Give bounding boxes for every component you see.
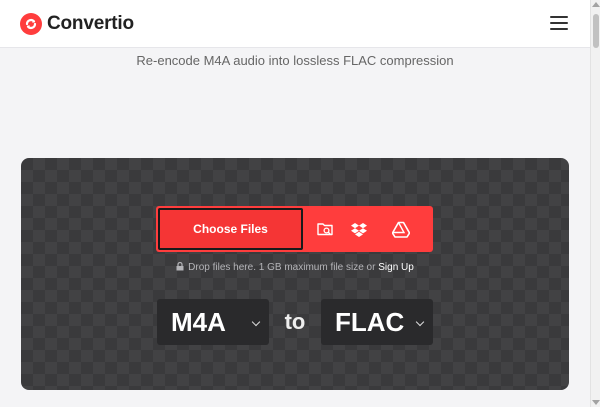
scroll-up-arrow-icon[interactable]	[592, 2, 600, 7]
target-format-value: FLAC	[335, 307, 405, 337]
dropbox-icon	[351, 223, 367, 237]
target-format-select[interactable]: FLAC	[321, 299, 433, 345]
page-subtitle: Re-encode M4A audio into lossless FLAC c…	[136, 53, 454, 68]
converter-panel: Choose Files Drop files here. 1 GB maxim…	[21, 158, 569, 390]
header: Convertio	[0, 0, 590, 48]
dropbox-icon[interactable]	[338, 206, 380, 252]
hamburger-icon[interactable]	[550, 16, 570, 32]
logo[interactable]: Convertio	[20, 12, 134, 36]
upload-hint: Drop files here. 1 GB maximum file size …	[21, 262, 569, 273]
chevron-down-icon	[251, 317, 261, 327]
convertio-logo-icon	[20, 13, 42, 35]
source-format-value: M4A	[171, 307, 226, 337]
google-drive-icon[interactable]	[380, 206, 422, 252]
vertical-scrollbar[interactable]	[590, 0, 600, 407]
sign-up-link[interactable]: Sign Up	[378, 262, 414, 273]
source-format-select[interactable]: M4A	[157, 299, 269, 345]
hint-text: Drop files here. 1 GB maximum file size …	[188, 262, 376, 273]
google-drive-icon	[392, 221, 410, 238]
folder-search-icon	[317, 223, 333, 236]
chevron-down-icon	[415, 317, 425, 327]
lock-icon	[176, 262, 184, 271]
scroll-thumb[interactable]	[593, 14, 599, 48]
scroll-down-arrow-icon[interactable]	[592, 400, 600, 405]
choose-files-button[interactable]: Choose Files	[158, 208, 303, 250]
brand-name: Convertio	[47, 13, 134, 34]
upload-button-group: Choose Files	[156, 206, 433, 252]
to-label: to	[284, 309, 306, 334]
